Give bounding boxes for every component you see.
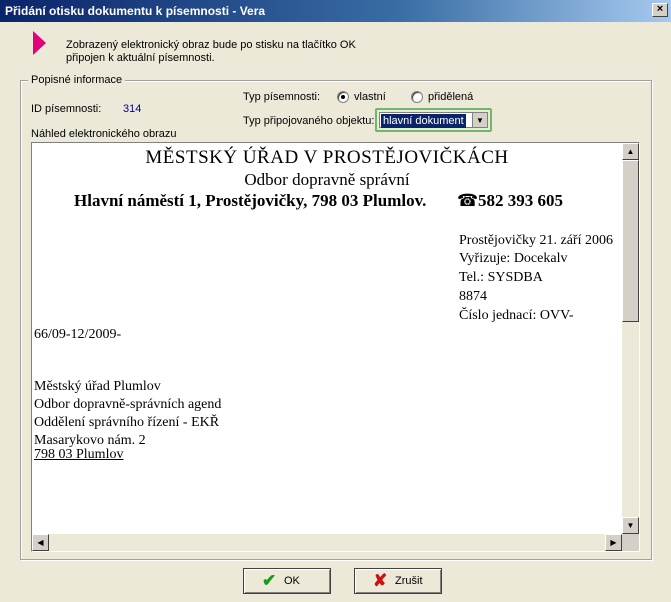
checkmark-icon: ✔	[262, 571, 277, 590]
cancel-button[interactable]: ✘ Zrušit	[354, 568, 442, 594]
object-type-value: hlavní dokument	[381, 114, 466, 128]
info-message: Zobrazený elektronický obraz bude po sti…	[66, 39, 396, 65]
scroll-up-icon[interactable]: ▲	[622, 143, 639, 160]
window-titlebar: Přidání otisku dokumentu k písemnosti - …	[0, 0, 671, 22]
chevron-down-icon[interactable]: ▼	[472, 113, 487, 127]
info-line-1: Zobrazený elektronický obraz bude po sti…	[66, 39, 356, 51]
scrollbar-corner	[622, 534, 639, 551]
scroll-down-icon[interactable]: ▼	[622, 517, 639, 534]
doc-recipient-2: Odbor dopravně-správních agend	[34, 397, 222, 412]
object-type-label: Typ připojovaného objektu:	[243, 115, 375, 127]
info-line-2: připojen k aktuální písemnosti.	[66, 52, 215, 64]
radio-vlastni[interactable]	[337, 91, 349, 103]
doc-department: Odbor dopravně správní	[244, 170, 410, 189]
phone-icon: ☎	[457, 191, 479, 210]
vertical-scrollbar[interactable]: ▲ ▼	[622, 143, 639, 534]
close-button[interactable]: ×	[652, 3, 668, 17]
doc-ref-number: Číslo jednací: OVV-	[459, 308, 574, 323]
image-preview[interactable]: MĚSTSKÝ ÚŘAD V PROSTĚJOVIČKÁCH Odbor dop…	[31, 142, 640, 552]
window-title: Přidání otisku dokumentu k písemnosti - …	[5, 4, 266, 18]
doc-tel: Tel.: SYSDBA	[459, 270, 543, 285]
radio-pridelena[interactable]	[411, 91, 423, 103]
doc-phone: 582 393 605	[478, 191, 563, 210]
preview-label: Náhled elektronického obrazu	[31, 128, 177, 140]
id-label: ID písemnosti:	[31, 103, 102, 115]
scroll-left-icon[interactable]: ◀	[32, 534, 49, 551]
scroll-thumb[interactable]	[622, 160, 639, 322]
horizontal-scrollbar[interactable]: ◀ ▶	[32, 534, 622, 551]
id-value: 314	[123, 103, 142, 115]
scroll-right-icon[interactable]: ▶	[605, 534, 622, 551]
radio-pridelena-label[interactable]: přidělená	[428, 91, 473, 103]
ok-button[interactable]: ✔ OK	[243, 568, 331, 594]
groupbox-legend: Popisné informace	[28, 74, 126, 86]
doc-org-name: MĚSTSKÝ ÚŘAD V PROSTĚJOVIČKÁCH	[145, 147, 509, 168]
document-page: MĚSTSKÝ ÚŘAD V PROSTĚJOVIČKÁCH Odbor dop…	[32, 143, 622, 551]
doc-date: Prostějovičky 21. září 2006	[459, 233, 613, 248]
close-icon: ×	[656, 3, 664, 15]
doc-recipient-1: Městský úřad Plumlov	[34, 379, 161, 394]
info-arrow-icon	[33, 31, 46, 55]
object-type-select[interactable]: hlavní dokument ▼	[375, 108, 492, 132]
radio-vlastni-label[interactable]: vlastní	[354, 91, 386, 103]
document-type-label: Typ písemnosti:	[243, 91, 321, 103]
doc-ext: 8874	[459, 289, 487, 304]
doc-address: Hlavní náměstí 1, Prostějovičky, 798 03 …	[74, 191, 427, 210]
doc-handler: Vyřizuje: Docekalv	[459, 251, 568, 266]
ok-label: OK	[284, 575, 300, 587]
doc-recipient-3: Oddělení správního řízení - EKŘ	[34, 415, 220, 430]
cancel-label: Zrušit	[395, 575, 423, 587]
cross-icon: ✘	[373, 571, 388, 590]
doc-ref-continuation: 66/09-12/2009-	[34, 327, 122, 342]
doc-recipient-city: 798 03 Plumlov	[34, 447, 124, 462]
